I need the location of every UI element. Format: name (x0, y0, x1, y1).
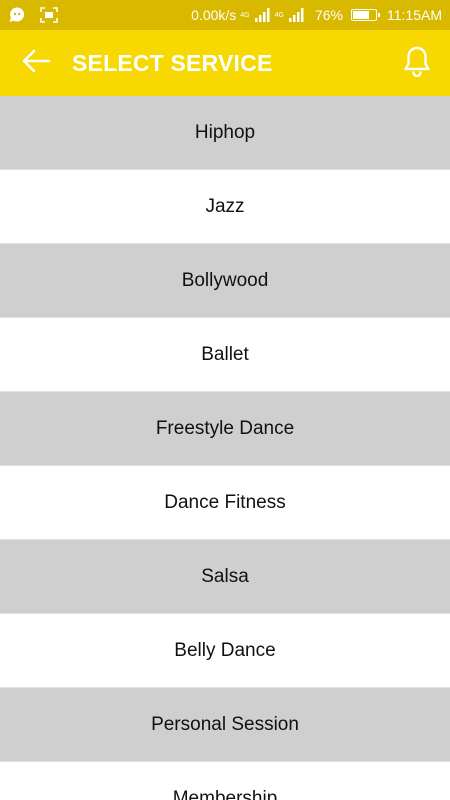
clock: 11:15AM (387, 7, 442, 23)
bell-icon (403, 45, 431, 82)
service-item-jazz[interactable]: Jazz (0, 170, 450, 244)
notifications-button[interactable] (384, 30, 450, 96)
service-item-personal-session[interactable]: Personal Session (0, 688, 450, 762)
network-type-1: 4G (240, 11, 250, 19)
battery-icon (351, 9, 380, 21)
status-bar: 0.00k/s 4G 4G 76% 11:15AM (0, 0, 450, 30)
network-type-2: 4G (274, 11, 284, 19)
signal-icon (288, 8, 305, 22)
service-item-hiphop[interactable]: Hiphop (0, 96, 450, 170)
service-item-membership[interactable]: Membership (0, 762, 450, 800)
battery-fill (353, 11, 370, 19)
service-item-salsa[interactable]: Salsa (0, 540, 450, 614)
screenshot-icon (40, 7, 58, 23)
service-item-freestyle-dance[interactable]: Freestyle Dance (0, 392, 450, 466)
service-item-belly-dance[interactable]: Belly Dance (0, 614, 450, 688)
service-item-ballet[interactable]: Ballet (0, 318, 450, 392)
signal-icon (254, 8, 271, 22)
status-right: 0.00k/s 4G 4G 76% 11:15AM (191, 7, 442, 23)
back-button[interactable] (0, 30, 72, 96)
service-list: Hiphop Jazz Bollywood Ballet Freestyle D… (0, 96, 450, 800)
page-title: SELECT SERVICE (72, 49, 273, 76)
chat-bubble-icon (8, 6, 26, 24)
back-arrow-icon (21, 49, 51, 78)
service-item-bollywood[interactable]: Bollywood (0, 244, 450, 318)
service-item-dance-fitness[interactable]: Dance Fitness (0, 466, 450, 540)
battery-percent: 76% (314, 7, 343, 23)
network-speed: 0.00k/s (191, 7, 237, 23)
status-left (8, 6, 58, 24)
app-bar: SELECT SERVICE (0, 30, 450, 96)
